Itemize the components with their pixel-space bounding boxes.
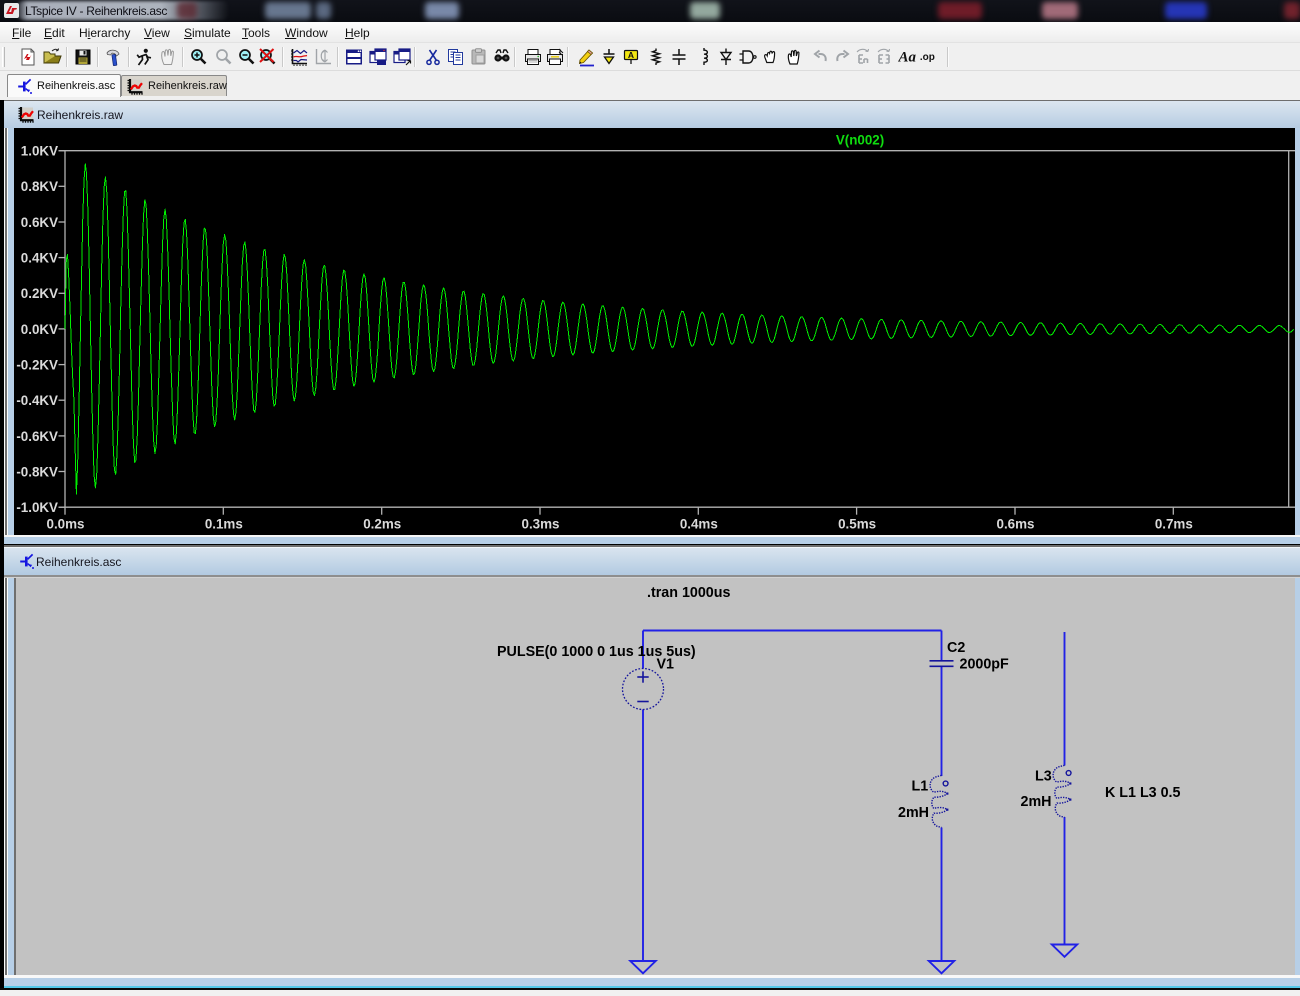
svg-text:0.6KV: 0.6KV bbox=[21, 215, 58, 230]
svg-text:0.0KV: 0.0KV bbox=[21, 322, 58, 337]
svg-text:2000pF: 2000pF bbox=[960, 656, 1010, 672]
svg-text:V(n002): V(n002) bbox=[836, 133, 884, 148]
svg-text:-0.6KV: -0.6KV bbox=[16, 429, 58, 444]
svg-text:L1: L1 bbox=[912, 779, 929, 795]
svg-text:2mH: 2mH bbox=[898, 805, 929, 821]
svg-text:0.2KV: 0.2KV bbox=[21, 286, 58, 301]
svg-text:-0.2KV: -0.2KV bbox=[16, 358, 58, 373]
svg-text:K L1 L3 0.5: K L1 L3 0.5 bbox=[1105, 785, 1181, 801]
svg-text:-1.0KV: -1.0KV bbox=[16, 500, 58, 515]
svg-text:-0.4KV: -0.4KV bbox=[16, 393, 58, 408]
svg-text:0.6ms: 0.6ms bbox=[997, 516, 1035, 531]
svg-text:.op: .op bbox=[920, 52, 935, 63]
svg-text:1.0KV: 1.0KV bbox=[21, 144, 58, 159]
svg-text:0.4KV: 0.4KV bbox=[21, 251, 58, 266]
svg-text:0.7ms: 0.7ms bbox=[1155, 516, 1193, 531]
svg-text:-0.8KV: -0.8KV bbox=[16, 464, 58, 479]
svg-text:0.2ms: 0.2ms bbox=[363, 516, 401, 531]
svg-text:C2: C2 bbox=[947, 640, 965, 656]
svg-text:0.4ms: 0.4ms bbox=[680, 516, 718, 531]
svg-text:Aa: Aa bbox=[898, 50, 917, 66]
svg-text:0.5ms: 0.5ms bbox=[838, 516, 876, 531]
svg-text:V1: V1 bbox=[657, 657, 675, 673]
svg-text:A: A bbox=[628, 50, 634, 60]
svg-text:0.3ms: 0.3ms bbox=[522, 516, 560, 531]
svg-text:L3: L3 bbox=[1035, 769, 1052, 785]
svg-text:0.1ms: 0.1ms bbox=[205, 516, 243, 531]
svg-text:2mH: 2mH bbox=[1021, 794, 1052, 810]
svg-text:0.0ms: 0.0ms bbox=[47, 516, 85, 531]
svg-text:.tran 1000us: .tran 1000us bbox=[647, 585, 730, 601]
svg-text:0.8KV: 0.8KV bbox=[21, 179, 58, 194]
